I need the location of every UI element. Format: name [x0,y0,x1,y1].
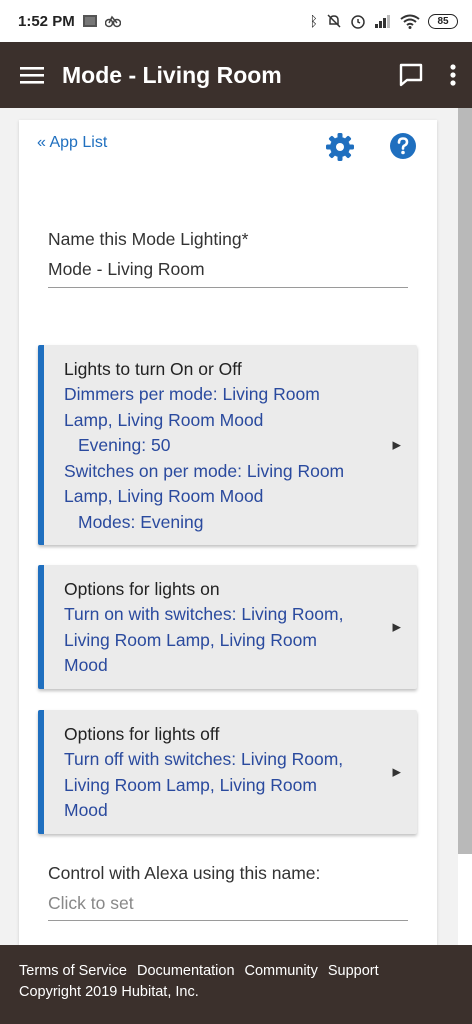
bike-icon [104,15,121,28]
card-value-line: Turn off with switches: Living Room, [64,749,344,769]
bluetooth-icon: ᛒ [309,13,318,29]
name-field-underline [48,287,408,288]
wifi-icon [400,14,420,29]
chevron-right-icon: ▶ [392,439,401,452]
notification-icon [82,15,97,27]
alexa-field-underline [48,920,408,921]
name-field-input[interactable]: Mode - Living Room [48,259,205,280]
card-title: Lights to turn On or Off [64,359,242,379]
card-value-line: Living Room Lamp, Living Room [64,774,317,795]
app-list-link[interactable]: « App List [37,134,107,152]
footer-link-community[interactable]: Community [245,963,318,979]
battery-icon: 85 [428,13,458,29]
footer-link-terms[interactable]: Terms of Service [19,963,127,979]
card-value-line: Switches on per mode: Living Room [64,460,345,481]
card-value-line: Evening: 50 [78,435,171,455]
name-field-label: Name this Mode Lighting* [48,229,249,249]
chevron-right-icon: ▶ [392,766,401,779]
scrollbar[interactable] [458,108,472,854]
card-value-line: Modes: Evening [78,511,204,532]
footer-link-support[interactable]: Support [328,963,379,979]
page-title: Mode - Living Room [62,61,282,88]
status-bar: 1:52 PM ᛒ 85 [0,0,472,42]
alexa-field-label: Control with Alexa using this name: [48,863,321,883]
chat-icon[interactable] [398,62,424,88]
signal-icon [375,15,390,28]
footer: Terms of Service Documentation Community… [0,945,472,1024]
card-options-lights-off[interactable]: Options for lights off Turn off with swi… [38,710,417,834]
card-options-lights-on[interactable]: Options for lights on Turn on with switc… [38,565,417,689]
card-title: Options for lights on [64,579,220,599]
alarm-icon [351,15,365,29]
card-value-line: Turn on with switches: Living Room, [64,604,344,624]
alexa-name-input[interactable]: Click to set [48,893,134,914]
footer-link-documentation[interactable]: Documentation [137,963,235,979]
help-icon[interactable] [389,132,417,160]
footer-copyright: Copyright 2019 Hubitat, Inc. [19,984,199,1000]
menu-icon[interactable] [20,65,44,85]
app-bar: Mode - Living Room [0,42,472,108]
chevron-right-icon: ▶ [392,621,401,634]
page-body: « App List Name this Mode Lighting* Mode… [0,108,458,945]
card-value-line: Lamp, Living Room Mood [64,409,264,430]
more-vert-icon[interactable] [450,64,456,86]
gear-icon[interactable] [325,132,355,162]
card-value-line: Dimmers per mode: Living Room [64,384,320,404]
card-lights-on-off[interactable]: Lights to turn On or Off Dimmers per mod… [38,345,417,545]
content-panel: « App List Name this Mode Lighting* Mode… [19,120,437,945]
card-title: Options for lights off [64,724,220,744]
card-value-line: Mood [64,800,108,820]
card-value-line: Lamp, Living Room Mood [64,486,264,506]
mute-icon [327,14,341,28]
status-time: 1:52 PM [18,12,75,30]
card-value-line: Mood [64,655,108,675]
card-value-line: Living Room Lamp, Living Room [64,629,317,650]
